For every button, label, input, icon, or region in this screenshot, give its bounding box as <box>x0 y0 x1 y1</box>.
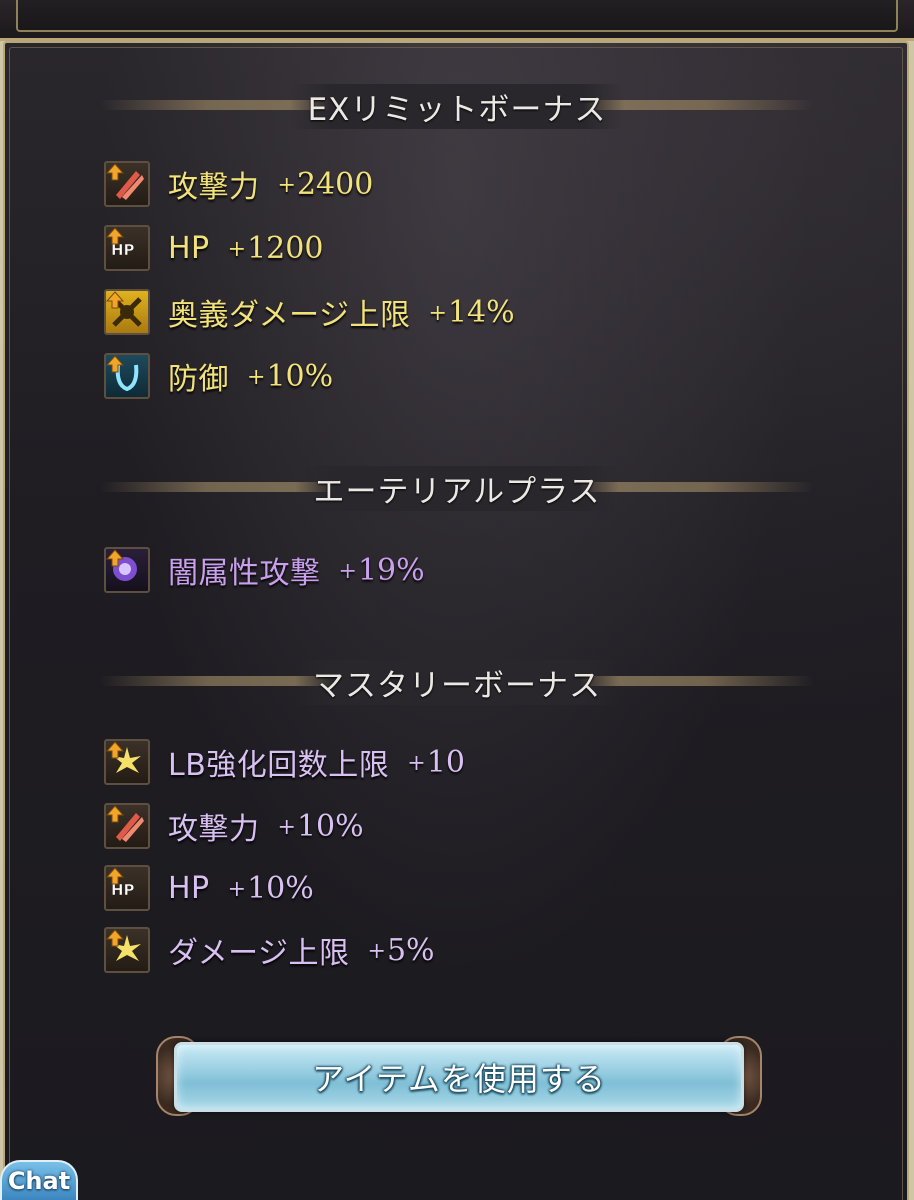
stat-label: 攻撃力 <box>168 812 260 847</box>
section-header-ethereal: エーテリアルプラス <box>100 464 814 512</box>
chat-label: Chat <box>7 1167 71 1195</box>
star-burst-icon <box>104 927 150 973</box>
stat-label: 奥義ダメージ上限 <box>168 298 411 333</box>
stat-value: +5% <box>367 932 435 968</box>
defense-shield-icon <box>104 353 150 399</box>
section-title: マスタリーボーナス <box>295 659 619 705</box>
stat-value: +10% <box>277 808 364 844</box>
section-header-mastery: マスタリーボーナス <box>100 658 814 706</box>
section-header-ex-limit: EXリミットボーナス <box>100 82 814 130</box>
use-item-button-label: アイテムを使用する <box>312 1060 606 1098</box>
dark-element-icon <box>104 547 150 593</box>
hp-icon: HP <box>104 225 150 271</box>
list-item: 防御 +10% <box>104 350 333 402</box>
stat-label: HP <box>168 870 210 906</box>
stat-label: LB強化回数上限 <box>168 748 390 783</box>
stat-value: +14% <box>428 294 515 330</box>
stat-label: ダメージ上限 <box>168 936 350 971</box>
stat-value: +1200 <box>227 230 324 266</box>
list-item: 攻撃力 +2400 <box>104 158 373 210</box>
star-burst-icon <box>104 739 150 785</box>
list-item: HP HP +1200 <box>104 222 323 274</box>
ougi-damage-cap-icon <box>104 289 150 335</box>
stat-label: 闇属性攻撃 <box>168 556 321 591</box>
bonus-panel <box>3 41 909 1200</box>
list-item: 奥義ダメージ上限 +14% <box>104 286 515 338</box>
use-item-button-body[interactable]: アイテムを使用する <box>174 1042 744 1112</box>
stat-label: 防御 <box>168 362 229 397</box>
stat-value: +2400 <box>277 166 374 202</box>
hp-icon: HP <box>104 865 150 911</box>
stat-value: +10% <box>247 358 334 394</box>
section-title: EXリミットボーナス <box>289 83 625 129</box>
stat-value: +10 <box>407 744 465 780</box>
list-item: LB強化回数上限 +10 <box>104 736 465 788</box>
list-item: 闇属性攻撃 +19% <box>104 544 425 596</box>
list-item: HP HP +10% <box>104 862 314 914</box>
stat-label: 攻撃力 <box>168 170 260 205</box>
attack-sword-icon <box>104 803 150 849</box>
use-item-button[interactable]: アイテムを使用する <box>156 1034 762 1116</box>
top-frame-strip <box>0 0 914 41</box>
stat-value: +19% <box>338 552 425 588</box>
list-item: 攻撃力 +10% <box>104 800 364 852</box>
section-title: エーテリアルプラス <box>295 465 619 511</box>
stat-label: HP <box>168 230 210 266</box>
stat-value: +10% <box>227 870 314 906</box>
chat-button[interactable]: Chat <box>0 1160 78 1200</box>
attack-sword-icon <box>104 161 150 207</box>
list-item: ダメージ上限 +5% <box>104 924 435 976</box>
